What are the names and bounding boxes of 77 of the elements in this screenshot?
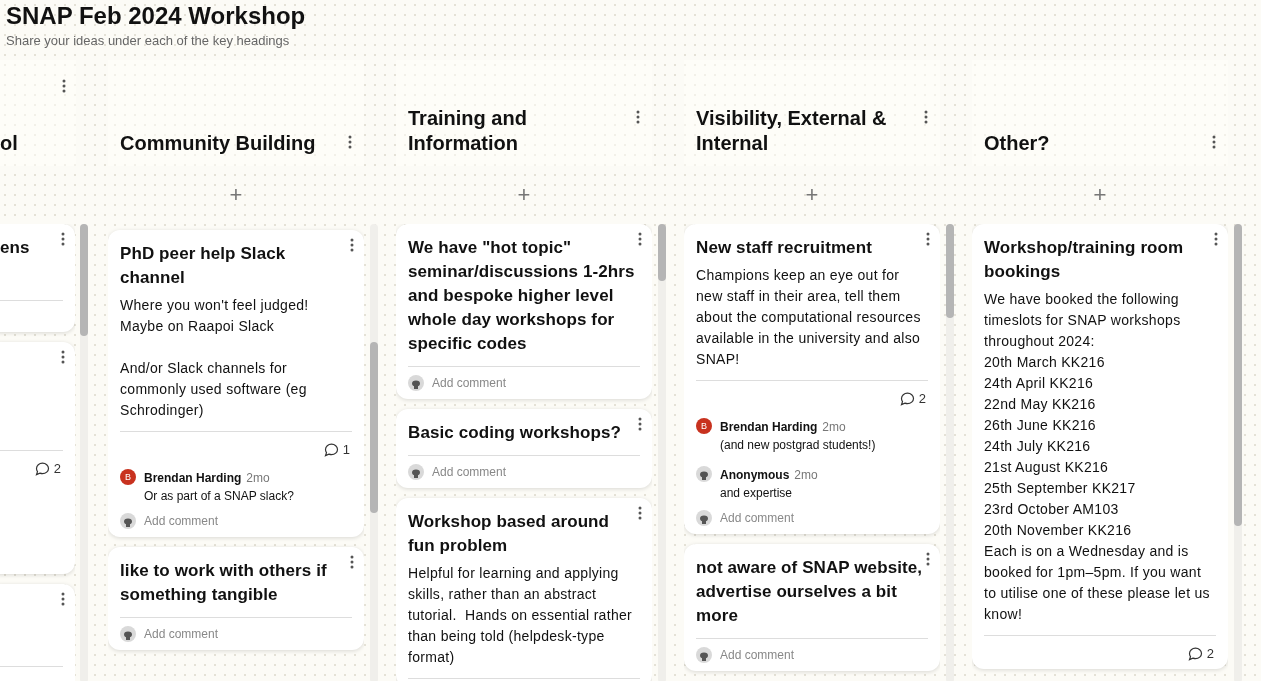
comment-author: Brendan Harding xyxy=(144,471,242,485)
post-title: like to work with others if something tangible xyxy=(120,560,328,606)
post-body: Where you won't feel judged! Maybe on Raapoi Slack And/or Slack channels for commonly used software (eg Schrodinger) xyxy=(120,296,310,420)
scrollbar[interactable] xyxy=(80,224,88,681)
add-comment-field[interactable]: Add comment xyxy=(720,648,795,662)
post-body: We have booked the following timeslots for SNAP workshops throughout 2024: 20th March KK216 24th April KK216 22nd May KK216 26th June KK216 24th July KK216 21st August KK216 25th September KK217 23rd October AM103 20th November KK216 Each is on a Wednesday and is booked for 1pm–5pm. If you want to utilise one of these please let us know! xyxy=(984,290,1211,624)
comment-text: Or as part of a SNAP slack? xyxy=(144,488,294,505)
post-title: Basic coding workshops? xyxy=(408,422,622,444)
comment-text: and expertise xyxy=(720,485,794,502)
post-body: Champions keep an eye out for new staff in their area, tell them about the computational resources available in the university and also SNAP! xyxy=(696,266,922,369)
more-icon[interactable] xyxy=(62,79,66,93)
comment-time: 2mo xyxy=(246,471,270,485)
more-icon[interactable] xyxy=(350,555,354,569)
more-icon[interactable] xyxy=(636,110,640,124)
user-avatar: B xyxy=(120,469,136,485)
anonymous-avatar-icon xyxy=(120,626,136,642)
comment-author: Brendan Harding xyxy=(720,420,818,434)
post-title: We have "hot topic" seminar/discussions 1-2hrs and bespoke higher level whole day workshops for specific codes xyxy=(408,237,636,355)
anonymous-avatar-icon xyxy=(408,464,424,480)
post-title: Workshop/training room bookings xyxy=(984,237,1185,283)
post-title: PhD peer help Slack channel xyxy=(120,243,287,289)
add-comment-field[interactable]: Add comment xyxy=(144,514,219,528)
add-post-button[interactable]: + xyxy=(799,182,825,208)
post-title: Workshop based around fun problem xyxy=(408,511,611,557)
more-icon[interactable] xyxy=(926,552,930,566)
more-icon[interactable] xyxy=(61,232,65,246)
comment-count: 1 xyxy=(342,442,350,457)
post-title: New staff recruitment xyxy=(696,237,873,259)
board-title: SNAP Feb 2024 Workshop xyxy=(6,2,307,30)
more-icon[interactable] xyxy=(348,135,352,149)
add-comment-field[interactable]: Add comment xyxy=(144,627,219,641)
comment-time: 2mo xyxy=(822,420,846,434)
column-title: Community Building xyxy=(120,131,317,156)
comment-icon xyxy=(899,391,915,406)
post-body: Helpful for learning and applying skills, rather than an abstract tutorial. Hands on essential rather than being told (helpdesk-type format) xyxy=(408,564,634,667)
add-comment-field[interactable]: Add comment xyxy=(720,511,795,525)
more-icon[interactable] xyxy=(638,232,642,246)
column-title: ol xyxy=(0,131,19,156)
comment-time: 2mo xyxy=(794,468,818,482)
user-avatar: B xyxy=(696,418,712,434)
more-icon[interactable] xyxy=(1214,232,1218,246)
comment-text: (and new postgrad students!) xyxy=(720,437,876,454)
column-title: Training and Information xyxy=(408,106,528,156)
comment-icon xyxy=(323,442,339,457)
more-icon[interactable] xyxy=(638,417,642,431)
anonymous-avatar-icon xyxy=(696,510,712,526)
add-post-button[interactable]: + xyxy=(1087,182,1113,208)
add-comment-field[interactable]: Add comment xyxy=(432,376,507,390)
add-post-button[interactable]: + xyxy=(511,182,537,208)
scrollbar[interactable] xyxy=(658,224,666,681)
add-comment-field[interactable]: Add comment xyxy=(432,465,507,479)
add-post-button[interactable]: + xyxy=(223,182,249,208)
more-icon[interactable] xyxy=(61,350,65,364)
scrollbar[interactable] xyxy=(370,224,378,681)
comment-count: 2 xyxy=(53,461,61,476)
comment-count: 2 xyxy=(918,391,926,406)
more-icon[interactable] xyxy=(924,110,928,124)
column-title: Visibility, External & Internal xyxy=(696,106,888,156)
comment-count: 2 xyxy=(1206,646,1214,661)
post-title: not aware of SNAP website, advertise ourselves a bit more xyxy=(696,557,924,627)
anonymous-avatar-icon xyxy=(408,375,424,391)
more-icon[interactable] xyxy=(61,592,65,606)
board-subtitle: Share your ideas under each of the key headings xyxy=(6,33,291,48)
post-title: ens xyxy=(0,237,31,259)
comment-icon xyxy=(1187,646,1203,661)
comment-author: Anonymous xyxy=(720,468,790,482)
anonymous-avatar-icon xyxy=(696,466,712,482)
column-title: Other? xyxy=(984,131,1051,156)
scrollbar[interactable] xyxy=(946,224,954,681)
anonymous-avatar-icon xyxy=(696,647,712,663)
more-icon[interactable] xyxy=(350,238,354,252)
scrollbar[interactable] xyxy=(1234,224,1242,681)
comment-icon xyxy=(34,461,50,476)
anonymous-avatar-icon xyxy=(120,513,136,529)
more-icon[interactable] xyxy=(1212,135,1216,149)
more-icon[interactable] xyxy=(638,506,642,520)
more-icon[interactable] xyxy=(926,232,930,246)
